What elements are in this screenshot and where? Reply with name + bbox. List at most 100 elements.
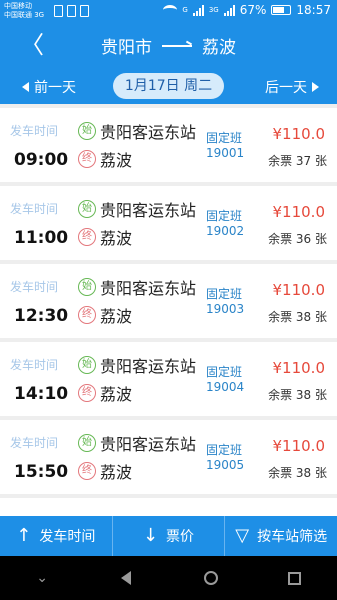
start-station-name: 贵阳客运东站 xyxy=(100,435,197,454)
next-day-label: 后一天 xyxy=(265,80,307,96)
partial-row xyxy=(0,498,337,518)
destination-city: 荔波 xyxy=(202,38,236,58)
start-station: 始 贵阳客运东站 xyxy=(78,119,196,143)
bus-number: 19003 xyxy=(206,302,245,316)
sort-price-label: 票价 xyxy=(166,529,195,545)
origin-city: 贵阳市 xyxy=(101,38,152,58)
schedule-row[interactable]: 发车时间 11:00 始 贵阳客运东站 终 荔波 固定班 19002 ¥110.… xyxy=(0,186,337,260)
start-station: 始 贵阳客运东站 xyxy=(78,197,196,221)
arrow-up-icon: ↑ xyxy=(16,525,32,546)
filter-station-button[interactable]: ▽ 按车站筛选 xyxy=(225,516,337,556)
next-day-button[interactable]: 后一天 xyxy=(265,77,319,97)
date-bar: 前一天 1月17日 周二 后一天 xyxy=(0,68,337,104)
depart-time-label: 发车时间 xyxy=(10,358,59,372)
depart-time-label: 发车时间 xyxy=(10,124,59,138)
end-station-name: 荔波 xyxy=(100,307,133,326)
arrow-down-icon: ↓ xyxy=(142,525,159,546)
hide-keyboard-icon[interactable]: ⌄ xyxy=(27,566,57,590)
title-bar: 〈 贵阳市 荔波 xyxy=(0,24,337,68)
end-station: 终 荔波 xyxy=(78,225,132,249)
tickets-left: 余票 38 张 xyxy=(268,310,327,324)
depart-time-label: 发车时间 xyxy=(10,280,59,294)
end-station: 终 荔波 xyxy=(78,459,132,483)
depart-time-label: 发车时间 xyxy=(10,202,59,216)
prev-day-button[interactable]: 前一天 xyxy=(22,77,76,97)
status-bar: 中国移动 中国联通 3G G 3G 67% 18:57 xyxy=(0,0,337,24)
end-badge-icon: 终 xyxy=(78,306,96,324)
ticket-price: ¥110.0 xyxy=(272,281,326,299)
start-badge-icon: 始 xyxy=(78,356,96,374)
depart-time: 09:00 xyxy=(14,150,69,170)
file-icon xyxy=(80,5,89,17)
schedule-row[interactable]: 发车时间 14:10 始 贵阳客运东站 终 荔波 固定班 19004 ¥110.… xyxy=(0,342,337,416)
route-arrow-icon xyxy=(162,44,192,47)
end-badge-icon: 终 xyxy=(78,462,96,480)
home-nav-button[interactable] xyxy=(196,566,226,590)
start-badge-icon: 始 xyxy=(78,122,96,140)
signal-icon xyxy=(192,4,204,16)
network-3g: 3G xyxy=(208,6,219,14)
sort-time-label: 发车时间 xyxy=(39,529,96,545)
start-station-name: 贵阳客运东站 xyxy=(100,201,197,220)
start-badge-icon: 始 xyxy=(78,200,96,218)
end-station-name: 荔波 xyxy=(100,385,133,404)
bus-type: 固定班 xyxy=(206,287,243,301)
network-g: G xyxy=(182,6,188,14)
bus-type: 固定班 xyxy=(206,443,243,457)
depart-time: 12:30 xyxy=(14,306,69,326)
schedule-row[interactable]: 发车时间 09:00 始 贵阳客运东站 终 荔波 固定班 19001 ¥110.… xyxy=(0,108,337,182)
ticket-price: ¥110.0 xyxy=(272,203,326,221)
notification-icons xyxy=(54,5,89,17)
start-station-name: 贵阳客运东站 xyxy=(100,279,197,298)
clock: 18:57 xyxy=(296,3,331,17)
sort-by-time-button[interactable]: ↑ 发车时间 xyxy=(0,516,113,556)
bus-type: 固定班 xyxy=(206,131,243,145)
schedule-row[interactable]: 发车时间 12:30 始 贵阳客运东站 终 荔波 固定班 19003 ¥110.… xyxy=(0,264,337,338)
back-nav-button[interactable] xyxy=(111,566,141,590)
depart-time: 15:50 xyxy=(14,462,69,482)
signal-icon-2 xyxy=(223,4,235,16)
ticket-price: ¥110.0 xyxy=(272,437,326,455)
system-nav-bar: ⌄ xyxy=(0,556,337,600)
status-right: G 3G 67% 18:57 xyxy=(163,3,331,17)
battery-icon xyxy=(271,5,292,15)
carrier-2: 中国联通 3G xyxy=(4,11,45,19)
tickets-left: 余票 36 张 xyxy=(268,232,327,246)
tickets-left: 余票 38 张 xyxy=(268,388,327,402)
triangle-right-icon xyxy=(312,82,319,92)
start-station: 始 贵阳客运东站 xyxy=(78,431,196,455)
sort-by-price-button[interactable]: ↓ 票价 xyxy=(113,516,226,556)
bus-number: 19001 xyxy=(206,146,245,160)
end-station-name: 荔波 xyxy=(100,463,133,482)
notification-icon xyxy=(54,5,63,17)
carrier-info: 中国移动 中国联通 3G xyxy=(4,2,44,20)
route-title: 贵阳市 荔波 xyxy=(0,33,337,58)
nav-back-icon xyxy=(121,571,132,585)
depart-time-label: 发车时间 xyxy=(10,436,59,450)
ticket-price: ¥110.0 xyxy=(272,125,326,143)
tickets-left: 余票 37 张 xyxy=(268,154,327,168)
end-station: 终 荔波 xyxy=(78,303,132,327)
start-station: 始 贵阳客运东站 xyxy=(78,353,196,377)
end-badge-icon: 终 xyxy=(78,228,96,246)
bus-number: 19005 xyxy=(206,458,245,472)
end-station-name: 荔波 xyxy=(100,229,133,248)
recent-apps-button[interactable] xyxy=(280,566,310,590)
prev-day-label: 前一天 xyxy=(34,80,76,96)
filter-label: 按车站筛选 xyxy=(257,529,328,545)
depart-time: 11:00 xyxy=(14,228,69,248)
schedule-row[interactable]: 发车时间 15:50 始 贵阳客运东站 终 荔波 固定班 19005 ¥110.… xyxy=(0,420,337,494)
bus-type: 固定班 xyxy=(206,365,243,379)
triangle-left-icon xyxy=(22,82,29,92)
bottom-toolbar: ↑ 发车时间 ↓ 票价 ▽ 按车站筛选 xyxy=(0,516,337,556)
end-badge-icon: 终 xyxy=(78,384,96,402)
battery-percent: 67% xyxy=(239,3,267,17)
start-badge-icon: 始 xyxy=(78,434,96,452)
date-picker[interactable]: 1月17日 周二 xyxy=(113,73,224,99)
carrier-1: 中国移动 xyxy=(4,2,32,10)
tickets-left: 余票 38 张 xyxy=(268,466,327,480)
schedule-list: 发车时间 09:00 始 贵阳客运东站 终 荔波 固定班 19001 ¥110.… xyxy=(0,108,337,498)
start-station-name: 贵阳客运东站 xyxy=(100,357,197,376)
end-badge-icon: 终 xyxy=(78,150,96,168)
nav-recent-icon xyxy=(288,571,302,585)
